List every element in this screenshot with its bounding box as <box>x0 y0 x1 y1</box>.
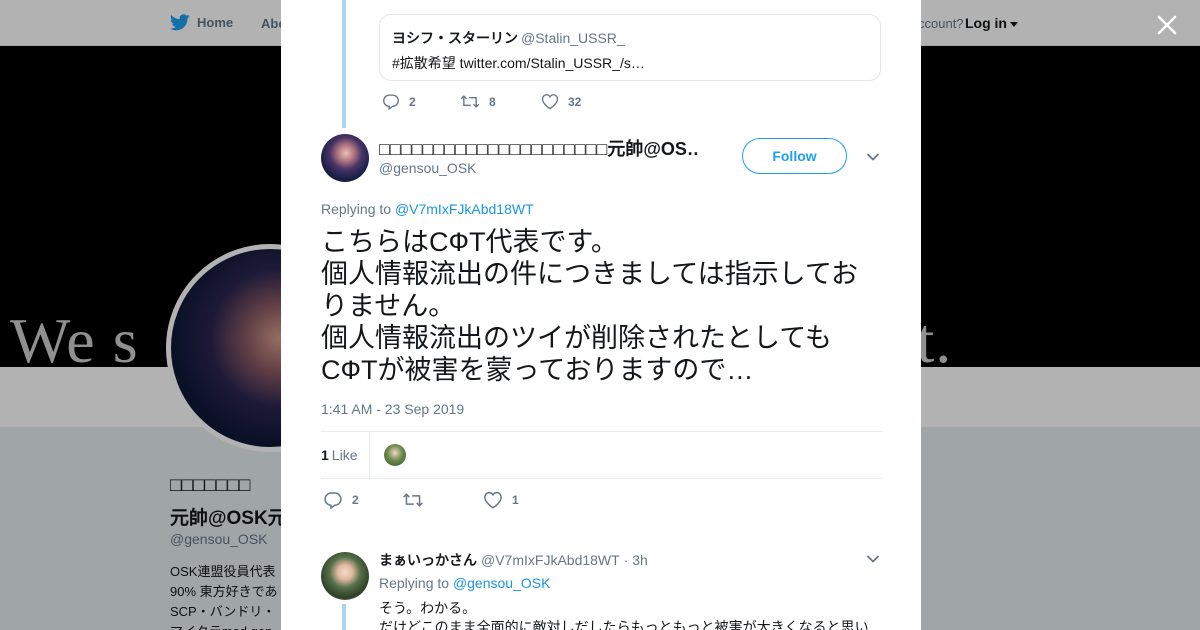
likes-stat[interactable]: 1 Like <box>321 447 357 463</box>
reply-header: まぁいっかさん @V7mIxFJkAbd18WT · 3h <box>379 550 648 570</box>
likes-stat-label: Like <box>331 447 358 463</box>
retweet-action[interactable] <box>402 491 433 509</box>
replying-prefix: Replying to <box>321 201 392 217</box>
thread-connector <box>342 0 346 128</box>
quoted-tweet[interactable]: ヨシフ・スターリン @Stalin_USSR_ #拡散希望 twitter.com… <box>379 14 881 81</box>
follow-button[interactable]: Follow <box>742 138 847 174</box>
reply-text-line: そう。わかる。 <box>379 600 477 616</box>
tweet-text-line: 個人情報流出の件につきましては指示してお <box>321 259 859 289</box>
heart-icon <box>484 491 502 509</box>
reply-text: そう。わかる。 だけどこのまま全面的に敵対しだしたらもっともっと被害が大きくなる… <box>379 599 879 630</box>
replying-to: Replying to @V7mIxFJkAbd18WT <box>321 201 534 217</box>
stats-divider <box>369 432 370 478</box>
like-action[interactable]: 32 <box>541 93 581 110</box>
reply-author-avatar[interactable] <box>321 552 369 600</box>
reply-icon <box>383 94 399 110</box>
heart-icon <box>541 94 559 110</box>
like-count: 1 <box>512 493 519 507</box>
tweet-text-line: 個人情報流出のツイが削除されたとしても <box>321 323 832 353</box>
reply-count: 2 <box>352 493 359 507</box>
retweet-count: 8 <box>489 94 496 109</box>
retweet-icon <box>403 493 423 507</box>
likes-stat-count: 1 <box>321 447 329 463</box>
thread-connector <box>342 604 346 630</box>
author-name[interactable]: □□□□□□□□□□□□□□□□□□□□□元帥@OS… <box>379 135 699 161</box>
replying-to-link[interactable]: @V7mIxFJkAbd18WT <box>395 201 534 217</box>
reply-replying-to: Replying to @gensou_OSK <box>379 575 550 591</box>
reply-icon <box>324 492 342 509</box>
tweet-text: こちらはCФT代表です。 個人情報流出の件につきましては指示してお りません。 … <box>321 226 886 386</box>
tweet-modal: ヨシフ・スターリン @Stalin_USSR_ #拡散希望 twitter.com… <box>281 0 921 630</box>
quoted-author-name: ヨシフ・スターリン <box>392 30 518 46</box>
replying-to-link[interactable]: @gensou_OSK <box>453 575 551 591</box>
chevron-down-icon[interactable] <box>866 152 880 162</box>
retweet-action[interactable]: 8 <box>460 93 496 110</box>
tweet-text-line: りません。 <box>321 291 456 321</box>
reply-author-handle[interactable]: @V7mIxFJkAbd18WT <box>481 552 620 568</box>
tweet-stats: 1 Like <box>321 431 882 479</box>
reply-time[interactable]: · 3h <box>624 552 648 568</box>
like-action[interactable]: 1 <box>483 491 519 509</box>
tweet-text-line: CФTが被害を蒙っておりますので… <box>321 355 754 385</box>
author-avatar[interactable] <box>321 134 369 182</box>
quoted-tweet-text: #拡散希望 twitter.com/Stalin_USSR_/s… <box>392 55 645 71</box>
chevron-down-icon[interactable] <box>866 554 880 564</box>
reply-action[interactable]: 2 <box>382 93 416 110</box>
reply-action[interactable]: 2 <box>323 491 359 509</box>
reply-author-name[interactable]: まぁいっかさん <box>379 552 477 568</box>
quoted-author-handle: @Stalin_USSR_ <box>521 30 625 46</box>
close-icon[interactable] <box>1154 12 1180 38</box>
like-count: 32 <box>568 94 582 109</box>
liker-avatar[interactable] <box>384 444 406 466</box>
reply-text-line: だけどこのまま全面的に敵対しだしたらもっともっと被害が大きくなると思い <box>379 619 869 630</box>
author-handle[interactable]: @gensou_OSK <box>379 160 477 176</box>
retweet-icon <box>460 95 480 108</box>
tweet-text-line: こちらはCФT代表です。 <box>321 227 618 257</box>
replying-prefix: Replying to <box>379 575 450 591</box>
tweet-timestamp[interactable]: 1:41 AM - 23 Sep 2019 <box>321 401 464 417</box>
reply-count: 2 <box>409 94 416 109</box>
